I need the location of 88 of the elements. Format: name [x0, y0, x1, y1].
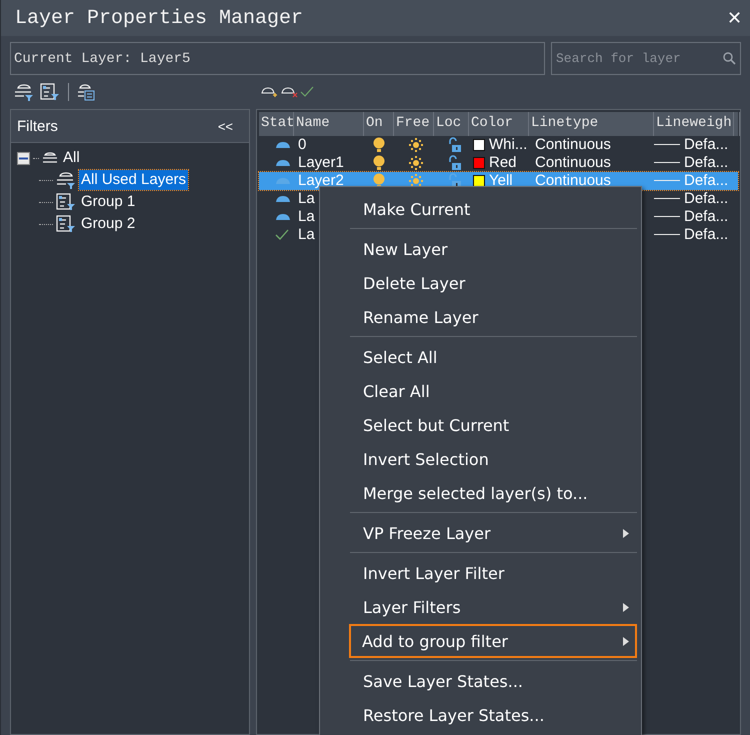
unlocked-icon[interactable] — [448, 137, 462, 153]
column-header[interactable]: Free — [394, 112, 434, 136]
layer-filter-icon — [14, 84, 34, 100]
line-sample-icon — [654, 216, 680, 218]
set-current-button[interactable] — [299, 85, 315, 99]
check-icon — [275, 229, 289, 241]
line-sample-icon — [654, 162, 680, 164]
layer-icon — [275, 213, 291, 221]
menu-item[interactable]: Invert Layer Filter — [350, 556, 637, 590]
menu-item[interactable]: Make Current — [350, 192, 637, 226]
line-sample-icon — [654, 198, 680, 200]
menu-item[interactable]: Merge selected layer(s) to... — [350, 476, 637, 510]
linetype: Continuous — [535, 154, 611, 172]
sun-icon[interactable] — [409, 156, 423, 170]
menu-item[interactable]: Add to group filter — [349, 624, 637, 658]
menu-item[interactable]: Clear All — [350, 374, 637, 408]
menu-item[interactable]: Select but Current — [350, 408, 637, 442]
linetype: Continuous — [535, 172, 611, 190]
menu-item[interactable]: Save Layer States... — [350, 664, 637, 698]
layer-name: Layer1 — [298, 154, 344, 172]
layer-filter-icon — [56, 172, 76, 188]
collapse-toggle[interactable] — [17, 152, 30, 164]
menu-item[interactable]: New Layer — [350, 232, 637, 266]
lightbulb-icon[interactable] — [373, 155, 385, 171]
column-header[interactable]: Stat — [259, 112, 294, 136]
submenu-arrow-icon — [623, 602, 629, 612]
layer-icon — [275, 159, 291, 167]
collapse-button[interactable]: << — [212, 118, 239, 134]
menu-item[interactable]: Restore Layer States... — [350, 698, 637, 732]
layer-name: Layer2 — [298, 172, 344, 190]
linetype: Continuous — [535, 136, 611, 154]
lineweight: Defa... — [684, 172, 728, 190]
layer-states-button[interactable] — [76, 82, 96, 102]
lineweight: Defa... — [684, 136, 728, 154]
search-field[interactable]: Search for layer — [551, 42, 741, 75]
group-filter-icon — [56, 215, 76, 233]
tree-item[interactable]: Group 2 — [79, 214, 138, 234]
submenu-arrow-icon — [623, 636, 629, 646]
close-button[interactable]: ✕ — [727, 7, 742, 29]
lineweight: Defa... — [684, 226, 728, 244]
lineweight: Defa... — [684, 154, 728, 172]
sun-icon[interactable] — [409, 138, 423, 152]
column-header[interactable]: Lineweigh — [654, 112, 734, 136]
layer-icon — [275, 141, 291, 149]
column-header[interactable]: Name — [294, 112, 364, 136]
group-filter-icon — [56, 193, 76, 211]
delete-layer-button[interactable] — [279, 85, 299, 99]
layer-name: La — [298, 190, 315, 208]
new-group-filter-button[interactable] — [39, 82, 61, 102]
layer-name: La — [298, 208, 315, 226]
menu-item[interactable]: Invert Selection — [350, 442, 637, 476]
menu-item[interactable]: VP Freeze Layer — [350, 516, 637, 550]
line-sample-icon — [654, 144, 680, 146]
layer-icon — [275, 195, 291, 203]
line-sample-icon — [654, 180, 680, 182]
panel-title: Filters — [17, 118, 58, 134]
lineweight: Defa... — [684, 208, 728, 226]
layers-icon — [42, 152, 58, 164]
new-layer-button[interactable] — [259, 85, 279, 99]
layer-name: La — [298, 226, 315, 244]
current-layer-field[interactable]: Current Layer: Layer5 — [10, 42, 545, 75]
lineweight: Defa... — [684, 190, 728, 208]
menu-item[interactable]: Delete Layer — [350, 266, 637, 300]
sun-icon[interactable] — [409, 174, 423, 188]
menu-item[interactable]: Select All — [350, 340, 637, 374]
lightbulb-icon[interactable] — [373, 137, 385, 153]
group-filter-icon — [40, 83, 60, 101]
new-filter-button[interactable] — [13, 82, 35, 102]
unlocked-icon[interactable] — [448, 155, 462, 171]
lightbulb-icon[interactable] — [373, 173, 385, 189]
color-name: Red — [489, 154, 517, 172]
menu-item[interactable]: Layer Filters — [350, 590, 637, 624]
tree-item[interactable]: All — [61, 148, 82, 168]
line-sample-icon — [654, 234, 680, 236]
tree-item[interactable]: All Used Layers — [79, 170, 188, 190]
color-name: Yell — [489, 172, 513, 190]
tree-item[interactable]: Group 1 — [79, 192, 138, 212]
menu-item[interactable]: Rename Layer — [350, 300, 637, 334]
column-header[interactable]: Color — [469, 112, 529, 136]
color-name: Whi... — [489, 136, 528, 154]
column-header[interactable]: On — [364, 112, 394, 136]
search-icon — [723, 52, 736, 65]
layer-icon — [275, 177, 291, 185]
layer-name: 0 — [298, 136, 306, 154]
column-header[interactable]: Loc — [434, 112, 469, 136]
submenu-arrow-icon — [623, 528, 629, 538]
column-header[interactable]: Linetype — [529, 112, 654, 136]
window-title: Layer Properties Manager — [15, 6, 304, 30]
